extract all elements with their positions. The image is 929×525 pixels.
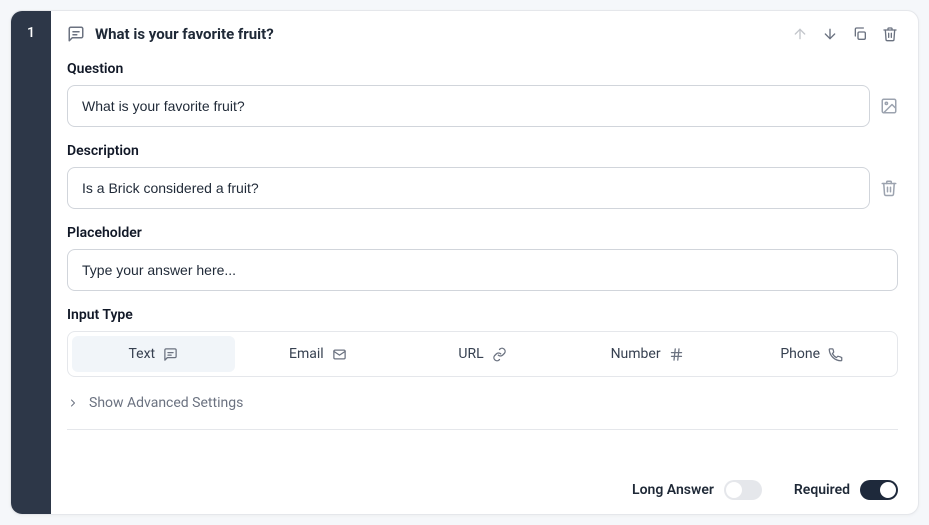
mail-icon bbox=[332, 347, 347, 362]
move-down-button[interactable] bbox=[822, 26, 838, 42]
phone-icon bbox=[828, 347, 843, 362]
type-label-email: Email bbox=[289, 346, 324, 362]
required-toggle[interactable] bbox=[860, 480, 898, 500]
long-answer-toggle[interactable] bbox=[724, 480, 762, 500]
show-advanced-toggle[interactable]: Show Advanced Settings bbox=[67, 395, 898, 411]
placeholder-label: Placeholder bbox=[67, 225, 898, 241]
input-type-number[interactable]: Number bbox=[566, 336, 729, 372]
delete-button[interactable] bbox=[882, 26, 898, 42]
question-number: 1 bbox=[27, 25, 35, 514]
placeholder-input[interactable] bbox=[67, 249, 898, 291]
type-label-number: Number bbox=[611, 346, 661, 362]
chat-icon bbox=[163, 347, 178, 362]
delete-description-button[interactable] bbox=[880, 179, 898, 197]
input-type-email[interactable]: Email bbox=[237, 336, 400, 372]
type-label-url: URL bbox=[458, 346, 483, 362]
question-card: 1 What is your favorite fruit? bbox=[10, 10, 919, 515]
advanced-label: Show Advanced Settings bbox=[89, 395, 243, 411]
input-type-phone[interactable]: Phone bbox=[730, 336, 893, 372]
divider bbox=[67, 429, 898, 430]
required-label: Required bbox=[794, 482, 850, 498]
type-label-phone: Phone bbox=[780, 346, 820, 362]
input-type-url[interactable]: URL bbox=[401, 336, 564, 372]
move-up-button bbox=[792, 26, 808, 42]
input-type-text[interactable]: Text bbox=[72, 336, 235, 372]
question-number-column: 1 bbox=[11, 11, 51, 514]
duplicate-button[interactable] bbox=[852, 26, 868, 42]
image-icon[interactable] bbox=[880, 97, 898, 115]
question-editor: What is your favorite fruit? Question bbox=[51, 11, 918, 514]
card-actions bbox=[792, 26, 898, 42]
card-title: What is your favorite fruit? bbox=[95, 25, 782, 43]
card-footer: Long Answer Required bbox=[67, 480, 898, 500]
hash-icon bbox=[669, 347, 684, 362]
description-label: Description bbox=[67, 143, 898, 159]
type-label-text: Text bbox=[128, 346, 155, 362]
link-icon bbox=[492, 347, 507, 362]
input-type-label: Input Type bbox=[67, 307, 898, 323]
question-input[interactable] bbox=[67, 85, 870, 127]
chevron-right-icon bbox=[67, 397, 79, 409]
card-header: What is your favorite fruit? bbox=[67, 25, 898, 43]
description-input[interactable] bbox=[67, 167, 870, 209]
chat-icon bbox=[67, 25, 85, 43]
question-label: Question bbox=[67, 61, 898, 77]
long-answer-label: Long Answer bbox=[632, 482, 714, 498]
input-type-group: Text Email URL Number Phone bbox=[67, 331, 898, 377]
